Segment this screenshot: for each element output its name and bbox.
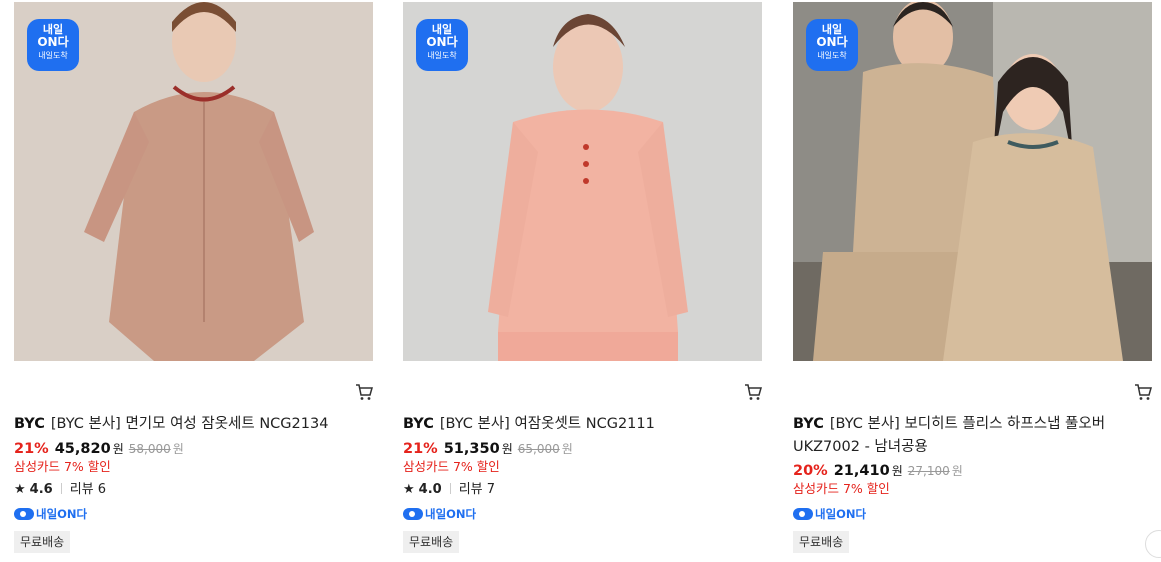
product-image[interactable]: 내일 ON다 내일도착	[14, 2, 373, 361]
divider	[449, 483, 451, 494]
cart-icon[interactable]	[355, 383, 373, 401]
discount-rate: 21%	[14, 441, 49, 457]
delivery-truck-icon	[793, 508, 813, 520]
product-name: [BYC 본사] 면기모 여성 잠옷세트 NCG2134	[50, 416, 329, 432]
free-shipping-tag: 무료배송	[14, 531, 71, 553]
tomorrow-delivery-badge: 내일 ON다 내일도착	[27, 19, 79, 71]
review-count[interactable]: 리뷰 6	[70, 482, 106, 497]
original-price: 65,000	[517, 442, 560, 456]
free-shipping-tag: 무료배송	[793, 531, 850, 553]
product-image[interactable]: 내일 ON다 내일도착	[403, 2, 762, 361]
price-row: 20% 21,410 원 27,100 원	[793, 461, 963, 481]
card-discount: 삼성카드 7% 할인	[793, 481, 890, 496]
cart-icon[interactable]	[1134, 383, 1152, 401]
product-image[interactable]: 내일 ON다 내일도착	[793, 2, 1152, 361]
product-name: [BYC 본사] 보디히트 플리스 하프스냅 풀오버 UKZ7002 - 남녀공…	[793, 416, 1106, 455]
delivery-tag: 내일ON다	[793, 506, 866, 522]
star-icon: ★	[14, 482, 26, 497]
product-name: [BYC 본사] 여잠옷셋트 NCG2111	[439, 416, 655, 432]
free-shipping-tag: 무료배송	[403, 531, 460, 553]
original-currency: 원	[951, 464, 963, 478]
currency: 원	[112, 442, 124, 456]
original-price: 58,000	[128, 442, 171, 456]
currency: 원	[501, 442, 513, 456]
discount-rate: 20%	[793, 463, 828, 479]
product-title[interactable]: BYC [BYC 본사] 보디히트 플리스 하프스냅 풀오버 UKZ7002 - …	[793, 413, 1133, 459]
original-currency: 원	[172, 442, 184, 456]
price-row: 21% 45,820 원 58,000 원	[14, 439, 184, 459]
delivery-tag: 내일ON다	[403, 506, 476, 522]
sale-price: 45,820	[54, 441, 111, 457]
rating-row: ★ 4.6 리뷰 6	[14, 481, 106, 499]
tomorrow-delivery-badge: 내일 ON다 내일도착	[416, 19, 468, 71]
cart-icon[interactable]	[744, 383, 762, 401]
scroll-next-button[interactable]	[1145, 530, 1161, 558]
brand-name: BYC	[14, 416, 45, 432]
delivery-truck-icon	[403, 508, 423, 520]
divider	[60, 483, 62, 494]
product-title[interactable]: BYC [BYC 본사] 여잠옷셋트 NCG2111	[403, 413, 743, 436]
delivery-truck-icon	[14, 508, 34, 520]
star-icon: ★	[403, 482, 415, 497]
original-price: 27,100	[907, 464, 950, 478]
brand-name: BYC	[793, 416, 824, 432]
brand-name: BYC	[403, 416, 434, 432]
tomorrow-delivery-badge: 내일 ON다 내일도착	[806, 19, 858, 71]
rating-row: ★ 4.0 리뷰 7	[403, 481, 495, 499]
original-currency: 원	[561, 442, 573, 456]
delivery-tag: 내일ON다	[14, 506, 87, 522]
product-title[interactable]: BYC [BYC 본사] 면기모 여성 잠옷세트 NCG2134	[14, 413, 354, 436]
card-discount: 삼성카드 7% 할인	[14, 459, 111, 474]
card-discount: 삼성카드 7% 할인	[403, 459, 500, 474]
review-count[interactable]: 리뷰 7	[459, 482, 495, 497]
discount-rate: 21%	[403, 441, 438, 457]
currency: 원	[891, 464, 903, 478]
rating-score: 4.6	[29, 482, 53, 497]
rating-score: 4.0	[418, 482, 442, 497]
sale-price: 51,350	[443, 441, 500, 457]
price-row: 21% 51,350 원 65,000 원	[403, 439, 573, 459]
sale-price: 21,410	[833, 463, 890, 479]
